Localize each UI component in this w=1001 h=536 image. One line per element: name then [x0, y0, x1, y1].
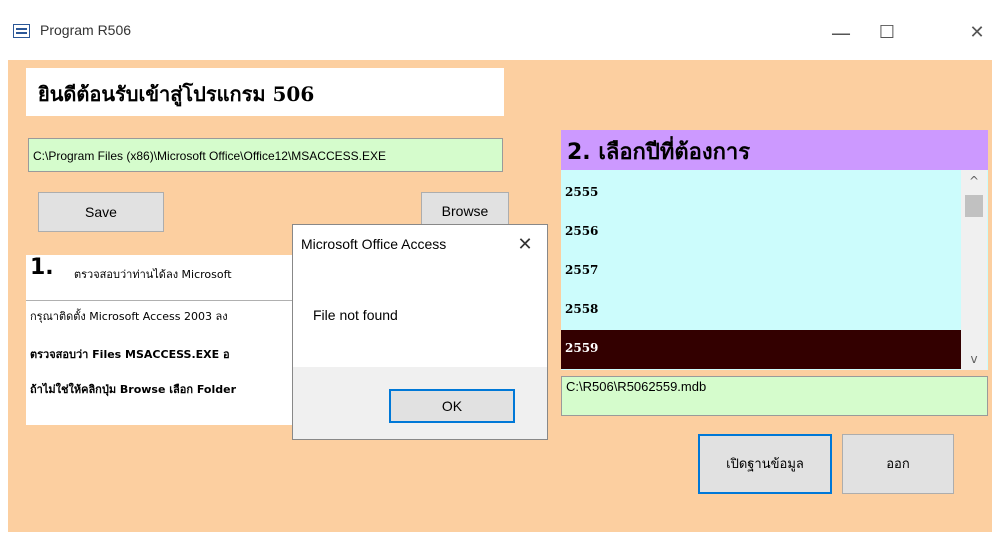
scroll-up-icon[interactable]: ^: [961, 170, 987, 192]
dialog-message: File not found: [313, 307, 398, 323]
step1-line3: ตรวจสอบว่า Files MSACCESS.EXE อ: [30, 348, 230, 361]
ok-button[interactable]: OK: [389, 389, 515, 423]
message-dialog: Microsoft Office Access ✕ File not found…: [292, 224, 548, 440]
open-database-button[interactable]: เปิดฐานข้อมูล: [698, 434, 832, 494]
database-path-field[interactable]: C:\R506\R5062559.mdb: [561, 376, 988, 416]
window-title: Program R506: [40, 22, 132, 38]
maximize-button[interactable]: ☐: [864, 18, 910, 48]
access-path-field[interactable]: C:\Program Files (x86)\Microsoft Office\…: [28, 138, 503, 172]
step1-number: 1.: [30, 255, 54, 280]
year-item-2558[interactable]: 2558: [561, 291, 961, 330]
exit-button[interactable]: ออก: [842, 434, 954, 494]
year-header-text: 2. เลือกปีที่ต้องการ: [567, 140, 751, 165]
title-bar: Program R506 — ☐ ✕: [0, 0, 1001, 60]
save-button[interactable]: Save: [38, 192, 164, 232]
year-item-2557[interactable]: 2557: [561, 252, 961, 291]
welcome-banner: ยินดีต้อนรับเข้าสู่โปรแกรม 506: [26, 68, 504, 116]
app-window: Program R506 — ☐ ✕ ยินดีต้อนรับเข้าสู่โป…: [0, 0, 1001, 536]
step1-line2: กรุณาติดตั้ง Microsoft Access 2003 ลง: [30, 310, 228, 323]
scroll-thumb[interactable]: [965, 195, 983, 217]
welcome-text: ยินดีต้อนรับเข้าสู่โปรแกรม 506: [38, 82, 315, 106]
scroll-down-icon[interactable]: v: [961, 348, 987, 370]
year-list-header: 2. เลือกปีที่ต้องการ: [561, 130, 988, 170]
form-icon: [13, 24, 30, 38]
year-item-2556[interactable]: 2556: [561, 213, 961, 252]
step1-line4: ถ้าไม่ใช่ให้คลิกปุ่ม Browse เลือก Folder: [30, 383, 237, 396]
year-list-scrollbar[interactable]: ^ v: [961, 170, 987, 370]
year-item-2559-selected[interactable]: 2559: [561, 330, 961, 369]
year-item-2555[interactable]: 2555: [561, 174, 961, 213]
dialog-close-icon[interactable]: ✕: [511, 231, 539, 259]
close-button[interactable]: ✕: [954, 18, 1000, 48]
dialog-footer: OK: [293, 367, 547, 439]
minimize-button[interactable]: —: [818, 18, 864, 48]
step1-panel: 1. ตรวจสอบว่าท่านได้ลง Microsoft กรุณาติ…: [26, 255, 298, 425]
step1-line1: ตรวจสอบว่าท่านได้ลง Microsoft: [74, 268, 232, 281]
divider: [26, 300, 298, 301]
dialog-title: Microsoft Office Access: [301, 236, 447, 252]
year-list[interactable]: 2555 2556 2557 2558 2559: [561, 170, 988, 370]
